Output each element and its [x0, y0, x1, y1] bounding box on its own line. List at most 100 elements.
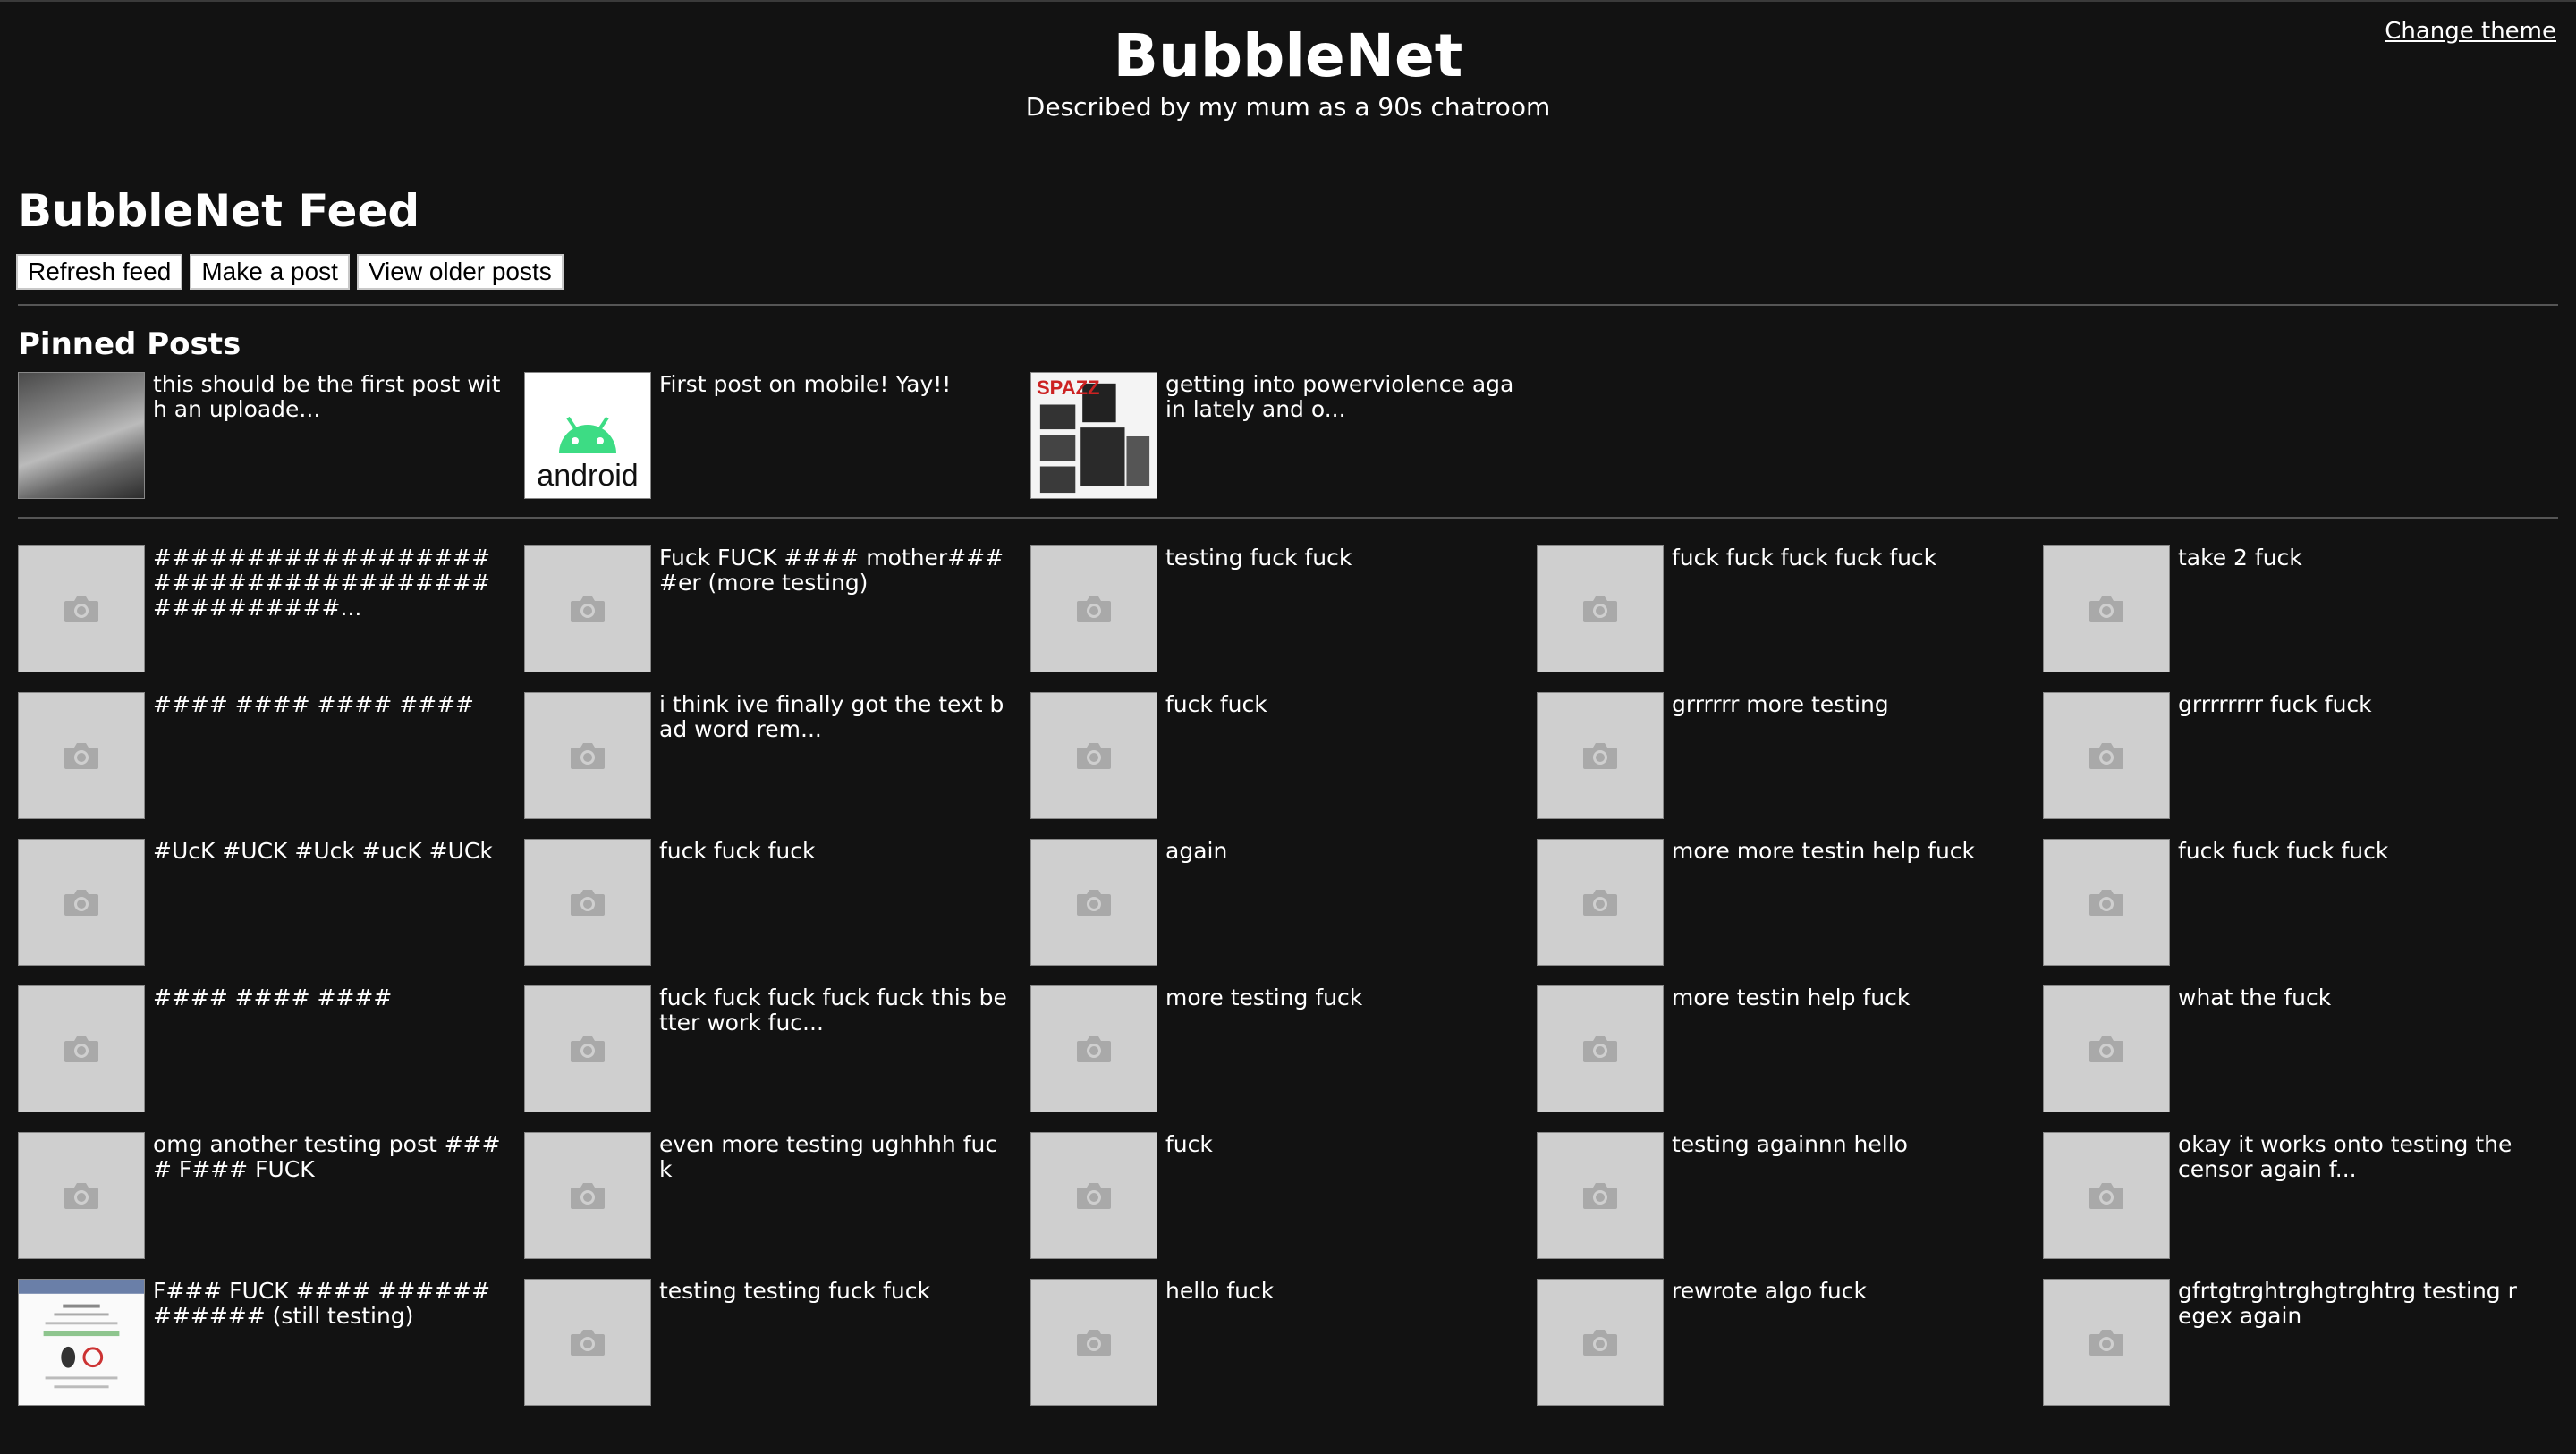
camera-icon — [1077, 1036, 1111, 1062]
post-text: getting into powerviolence again lately … — [1165, 372, 1514, 422]
post-thumbnail-placeholder — [2043, 545, 2170, 672]
post-item[interactable]: fuck fuck — [1030, 692, 1519, 819]
post-item[interactable]: again — [1030, 839, 1519, 966]
post-text: rewrote algo fuck — [1672, 1279, 1867, 1304]
post-item[interactable]: grrrrrr more testing — [1537, 692, 2025, 819]
post-text: testing testing fuck fuck — [659, 1279, 930, 1304]
camera-icon — [2089, 890, 2123, 916]
post-thumbnail-placeholder — [524, 1132, 651, 1259]
camera-icon — [571, 743, 605, 769]
camera-icon — [1583, 1036, 1617, 1062]
post-item[interactable]: okay it works onto testing the censor ag… — [2043, 1132, 2531, 1259]
post-thumbnail-placeholder — [524, 985, 651, 1112]
post-item[interactable]: SPAZZ getting into powerviolence again la… — [1030, 372, 1519, 499]
camera-icon — [1077, 890, 1111, 916]
android-icon — [559, 416, 616, 453]
post-item[interactable]: fuck fuck fuck fuck fuck — [1537, 545, 2025, 672]
post-item[interactable]: #### #### #### #### — [18, 692, 506, 819]
post-thumbnail-album-cover: SPAZZ — [1030, 372, 1157, 499]
camera-icon — [1077, 1330, 1111, 1356]
pinned-posts-grid: this should be the first post with an up… — [18, 372, 2558, 517]
camera-icon — [1077, 596, 1111, 622]
post-item[interactable]: more testin help fuck — [1537, 985, 2025, 1112]
post-thumbnail-document — [18, 1279, 145, 1406]
post-thumbnail-placeholder — [1537, 839, 1664, 966]
post-item[interactable]: android First post on mobile! Yay!! — [524, 372, 1013, 499]
post-item[interactable]: what the fuck — [2043, 985, 2531, 1112]
post-item[interactable]: fuck — [1030, 1132, 1519, 1259]
post-item[interactable]: #### #### #### — [18, 985, 506, 1112]
post-text: fuck — [1165, 1132, 1213, 1157]
camera-icon — [2089, 1183, 2123, 1209]
post-thumbnail-placeholder — [2043, 1279, 2170, 1406]
post-thumbnail-placeholder — [2043, 1132, 2170, 1259]
camera-icon — [64, 743, 98, 769]
camera-icon — [1583, 1330, 1617, 1356]
camera-icon — [2089, 743, 2123, 769]
pinned-posts-title: Pinned Posts — [18, 326, 242, 362]
post-text: #### #### #### #### — [153, 692, 474, 717]
feed-toolbar: Refresh feed Make a post View older post… — [15, 254, 2558, 290]
change-theme-link[interactable]: Change theme — [2385, 18, 2556, 45]
post-text: i think ive finally got the text bad wor… — [659, 692, 1004, 742]
post-text: #UcK #UCK #Uck #ucK #UCk — [153, 839, 493, 864]
post-item[interactable]: ########################################… — [18, 545, 506, 672]
posts-grid: ########################################… — [18, 545, 2558, 1406]
post-item[interactable]: testing testing fuck fuck — [524, 1279, 1013, 1406]
post-thumbnail-placeholder — [1030, 1279, 1157, 1406]
post-item[interactable]: grrrrrrrr fuck fuck — [2043, 692, 2531, 819]
post-text: hello fuck — [1165, 1279, 1275, 1304]
camera-icon — [571, 596, 605, 622]
post-item[interactable]: omg another testing post #### F### FUCK — [18, 1132, 506, 1259]
post-thumbnail-android-logo: android — [524, 372, 651, 499]
camera-icon — [64, 1183, 98, 1209]
post-item[interactable]: gfrtgtrghtrghgtrghtrg testing regex agai… — [2043, 1279, 2531, 1406]
post-thumbnail-placeholder — [18, 1132, 145, 1259]
post-thumbnail-placeholder — [2043, 839, 2170, 966]
site-header: BubbleNet Described by my mum as a 90s c… — [0, 2, 2576, 123]
post-item[interactable]: rewrote algo fuck — [1537, 1279, 2025, 1406]
make-post-button[interactable]: Make a post — [190, 254, 350, 290]
post-item[interactable]: hello fuck — [1030, 1279, 1519, 1406]
post-thumbnail-placeholder — [1537, 1132, 1664, 1259]
post-item[interactable]: more testing fuck — [1030, 985, 1519, 1112]
document-screenshot-icon — [19, 1280, 144, 1389]
post-item[interactable]: testing fuck fuck — [1030, 545, 1519, 672]
post-item[interactable]: testing againnn hello — [1537, 1132, 2025, 1259]
post-item[interactable]: fuck fuck fuck fuck fuck this better wor… — [524, 985, 1013, 1112]
post-thumbnail-photo — [18, 372, 145, 499]
post-text: grrrrrrrr fuck fuck — [2178, 692, 2372, 717]
post-thumbnail-placeholder — [1030, 545, 1157, 672]
post-thumbnail-placeholder — [1537, 545, 1664, 672]
post-item[interactable]: fuck fuck fuck — [524, 839, 1013, 966]
post-text: more testing fuck — [1165, 985, 1363, 1010]
post-item[interactable]: even more testing ughhhh fuck — [524, 1132, 1013, 1259]
camera-icon — [571, 1330, 605, 1356]
post-item[interactable]: this should be the first post with an up… — [18, 372, 506, 499]
post-item[interactable]: take 2 fuck — [2043, 545, 2531, 672]
post-item[interactable]: #UcK #UCK #Uck #ucK #UCk — [18, 839, 506, 966]
post-text: what the fuck — [2178, 985, 2332, 1010]
refresh-feed-button[interactable]: Refresh feed — [15, 254, 183, 290]
post-item[interactable]: more more testin help fuck — [1537, 839, 2025, 966]
view-older-posts-button[interactable]: View older posts — [356, 254, 564, 290]
post-text: F### FUCK #### ############ (still testi… — [153, 1279, 491, 1329]
post-text: fuck fuck fuck fuck fuck — [1672, 545, 1937, 571]
post-item[interactable]: i think ive finally got the text bad wor… — [524, 692, 1013, 819]
post-thumbnail-placeholder — [1030, 985, 1157, 1112]
post-text: even more testing ughhhh fuck — [659, 1132, 998, 1182]
camera-icon — [64, 890, 98, 916]
feed-title: BubbleNet Feed — [18, 185, 420, 237]
post-text: First post on mobile! Yay!! — [659, 372, 952, 397]
post-item[interactable]: fuck fuck fuck fuck — [2043, 839, 2531, 966]
post-text: fuck fuck fuck — [659, 839, 816, 864]
post-thumbnail-placeholder — [18, 839, 145, 966]
post-text: more testin help fuck — [1672, 985, 1911, 1010]
post-thumbnail-placeholder — [1030, 692, 1157, 819]
post-thumbnail-placeholder — [1537, 985, 1664, 1112]
post-item[interactable]: F### FUCK #### ############ (still testi… — [18, 1279, 506, 1406]
camera-icon — [571, 1183, 605, 1209]
post-text: fuck fuck — [1165, 692, 1267, 717]
post-item[interactable]: Fuck FUCK #### mother####er (more testin… — [524, 545, 1013, 672]
post-thumbnail-placeholder — [1030, 1132, 1157, 1259]
